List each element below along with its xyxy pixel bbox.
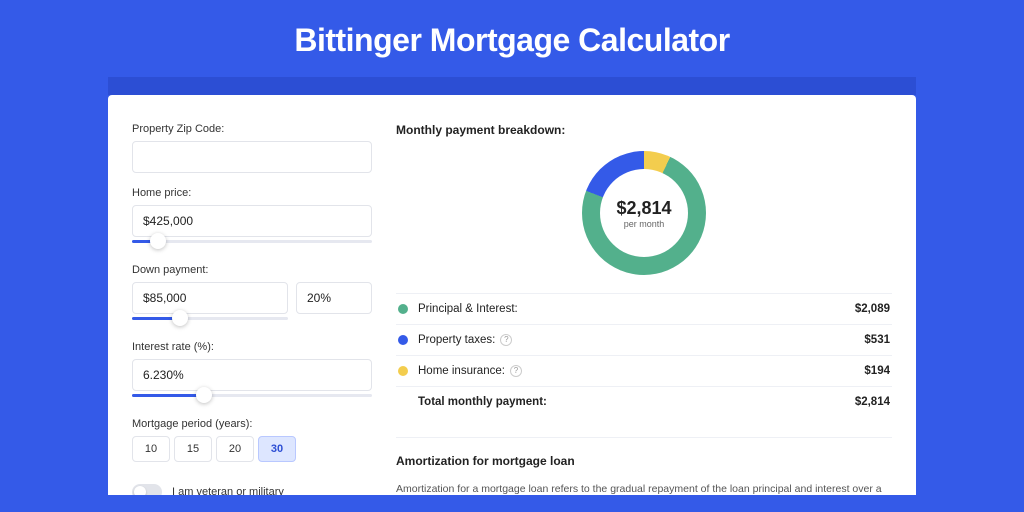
page-title: Bittinger Mortgage Calculator — [0, 22, 1024, 59]
hero: Bittinger Mortgage Calculator — [0, 0, 1024, 77]
down-payment-label: Down payment: — [132, 264, 372, 276]
breakdown-name: Home insurance: ? — [418, 365, 864, 377]
mortgage-period-group: Mortgage period (years): 10 15 20 30 — [132, 418, 372, 462]
veteran-toggle-row: I am veteran or military — [132, 484, 372, 495]
veteran-label: I am veteran or military — [172, 486, 284, 495]
swatch-icon — [398, 304, 408, 314]
down-payment-group: Down payment: — [132, 264, 372, 327]
down-payment-percent-input[interactable] — [296, 282, 372, 314]
help-icon[interactable]: ? — [510, 365, 522, 377]
period-30-button[interactable]: 30 — [258, 436, 296, 462]
swatch-icon — [398, 335, 408, 345]
veteran-toggle[interactable] — [132, 484, 162, 495]
breakdown-name: Principal & Interest: — [418, 303, 855, 315]
period-buttons: 10 15 20 30 — [132, 436, 372, 462]
zip-field-group: Property Zip Code: — [132, 123, 372, 173]
mortgage-period-label: Mortgage period (years): — [132, 418, 372, 430]
breakdown-list: Principal & Interest: $2,089 Property ta… — [396, 293, 892, 417]
home-price-group: Home price: — [132, 187, 372, 250]
amortization-title: Amortization for mortgage loan — [396, 454, 892, 468]
breakdown-title: Monthly payment breakdown: — [396, 123, 892, 137]
amortization-text: Amortization for a mortgage loan refers … — [396, 482, 892, 495]
down-payment-amount-input[interactable] — [132, 282, 288, 314]
donut-center: $2,814 per month — [600, 169, 688, 257]
zip-input[interactable] — [132, 141, 372, 173]
interest-rate-input[interactable] — [132, 359, 372, 391]
home-price-label: Home price: — [132, 187, 372, 199]
calculator-card: Property Zip Code: Home price: Down paym… — [108, 95, 916, 495]
help-icon[interactable]: ? — [500, 334, 512, 346]
home-price-input[interactable] — [132, 205, 372, 237]
amortization-section: Amortization for mortgage loan Amortizat… — [396, 437, 892, 495]
period-10-button[interactable]: 10 — [132, 436, 170, 462]
interest-rate-slider[interactable] — [132, 390, 372, 404]
donut-chart: $2,814 per month — [582, 151, 706, 275]
zip-label: Property Zip Code: — [132, 123, 372, 135]
breakdown-row-principal: Principal & Interest: $2,089 — [396, 294, 892, 325]
home-price-slider[interactable] — [132, 236, 372, 250]
breakdown-value: $194 — [864, 365, 890, 377]
swatch-icon — [398, 366, 408, 376]
breakdown-row-taxes: Property taxes: ? $531 — [396, 325, 892, 356]
breakdown-value: $531 — [864, 334, 890, 346]
breakdown-row-insurance: Home insurance: ? $194 — [396, 356, 892, 387]
interest-rate-label: Interest rate (%): — [132, 341, 372, 353]
interest-rate-group: Interest rate (%): — [132, 341, 372, 404]
total-label: Total monthly payment: — [418, 396, 855, 408]
breakdown-row-total: Total monthly payment: $2,814 — [396, 387, 892, 417]
ribbon-accent — [108, 77, 916, 95]
donut-center-value: $2,814 — [616, 198, 671, 219]
breakdown-value: $2,089 — [855, 303, 890, 315]
breakdown-name: Property taxes: ? — [418, 334, 864, 346]
input-panel: Property Zip Code: Home price: Down paym… — [132, 123, 372, 495]
total-value: $2,814 — [855, 396, 890, 408]
down-payment-slider[interactable] — [132, 313, 288, 327]
donut-center-sub: per month — [624, 219, 665, 229]
period-20-button[interactable]: 20 — [216, 436, 254, 462]
donut-chart-wrap: $2,814 per month — [396, 151, 892, 275]
period-15-button[interactable]: 15 — [174, 436, 212, 462]
breakdown-panel: Monthly payment breakdown: $2,814 per mo… — [396, 123, 892, 495]
